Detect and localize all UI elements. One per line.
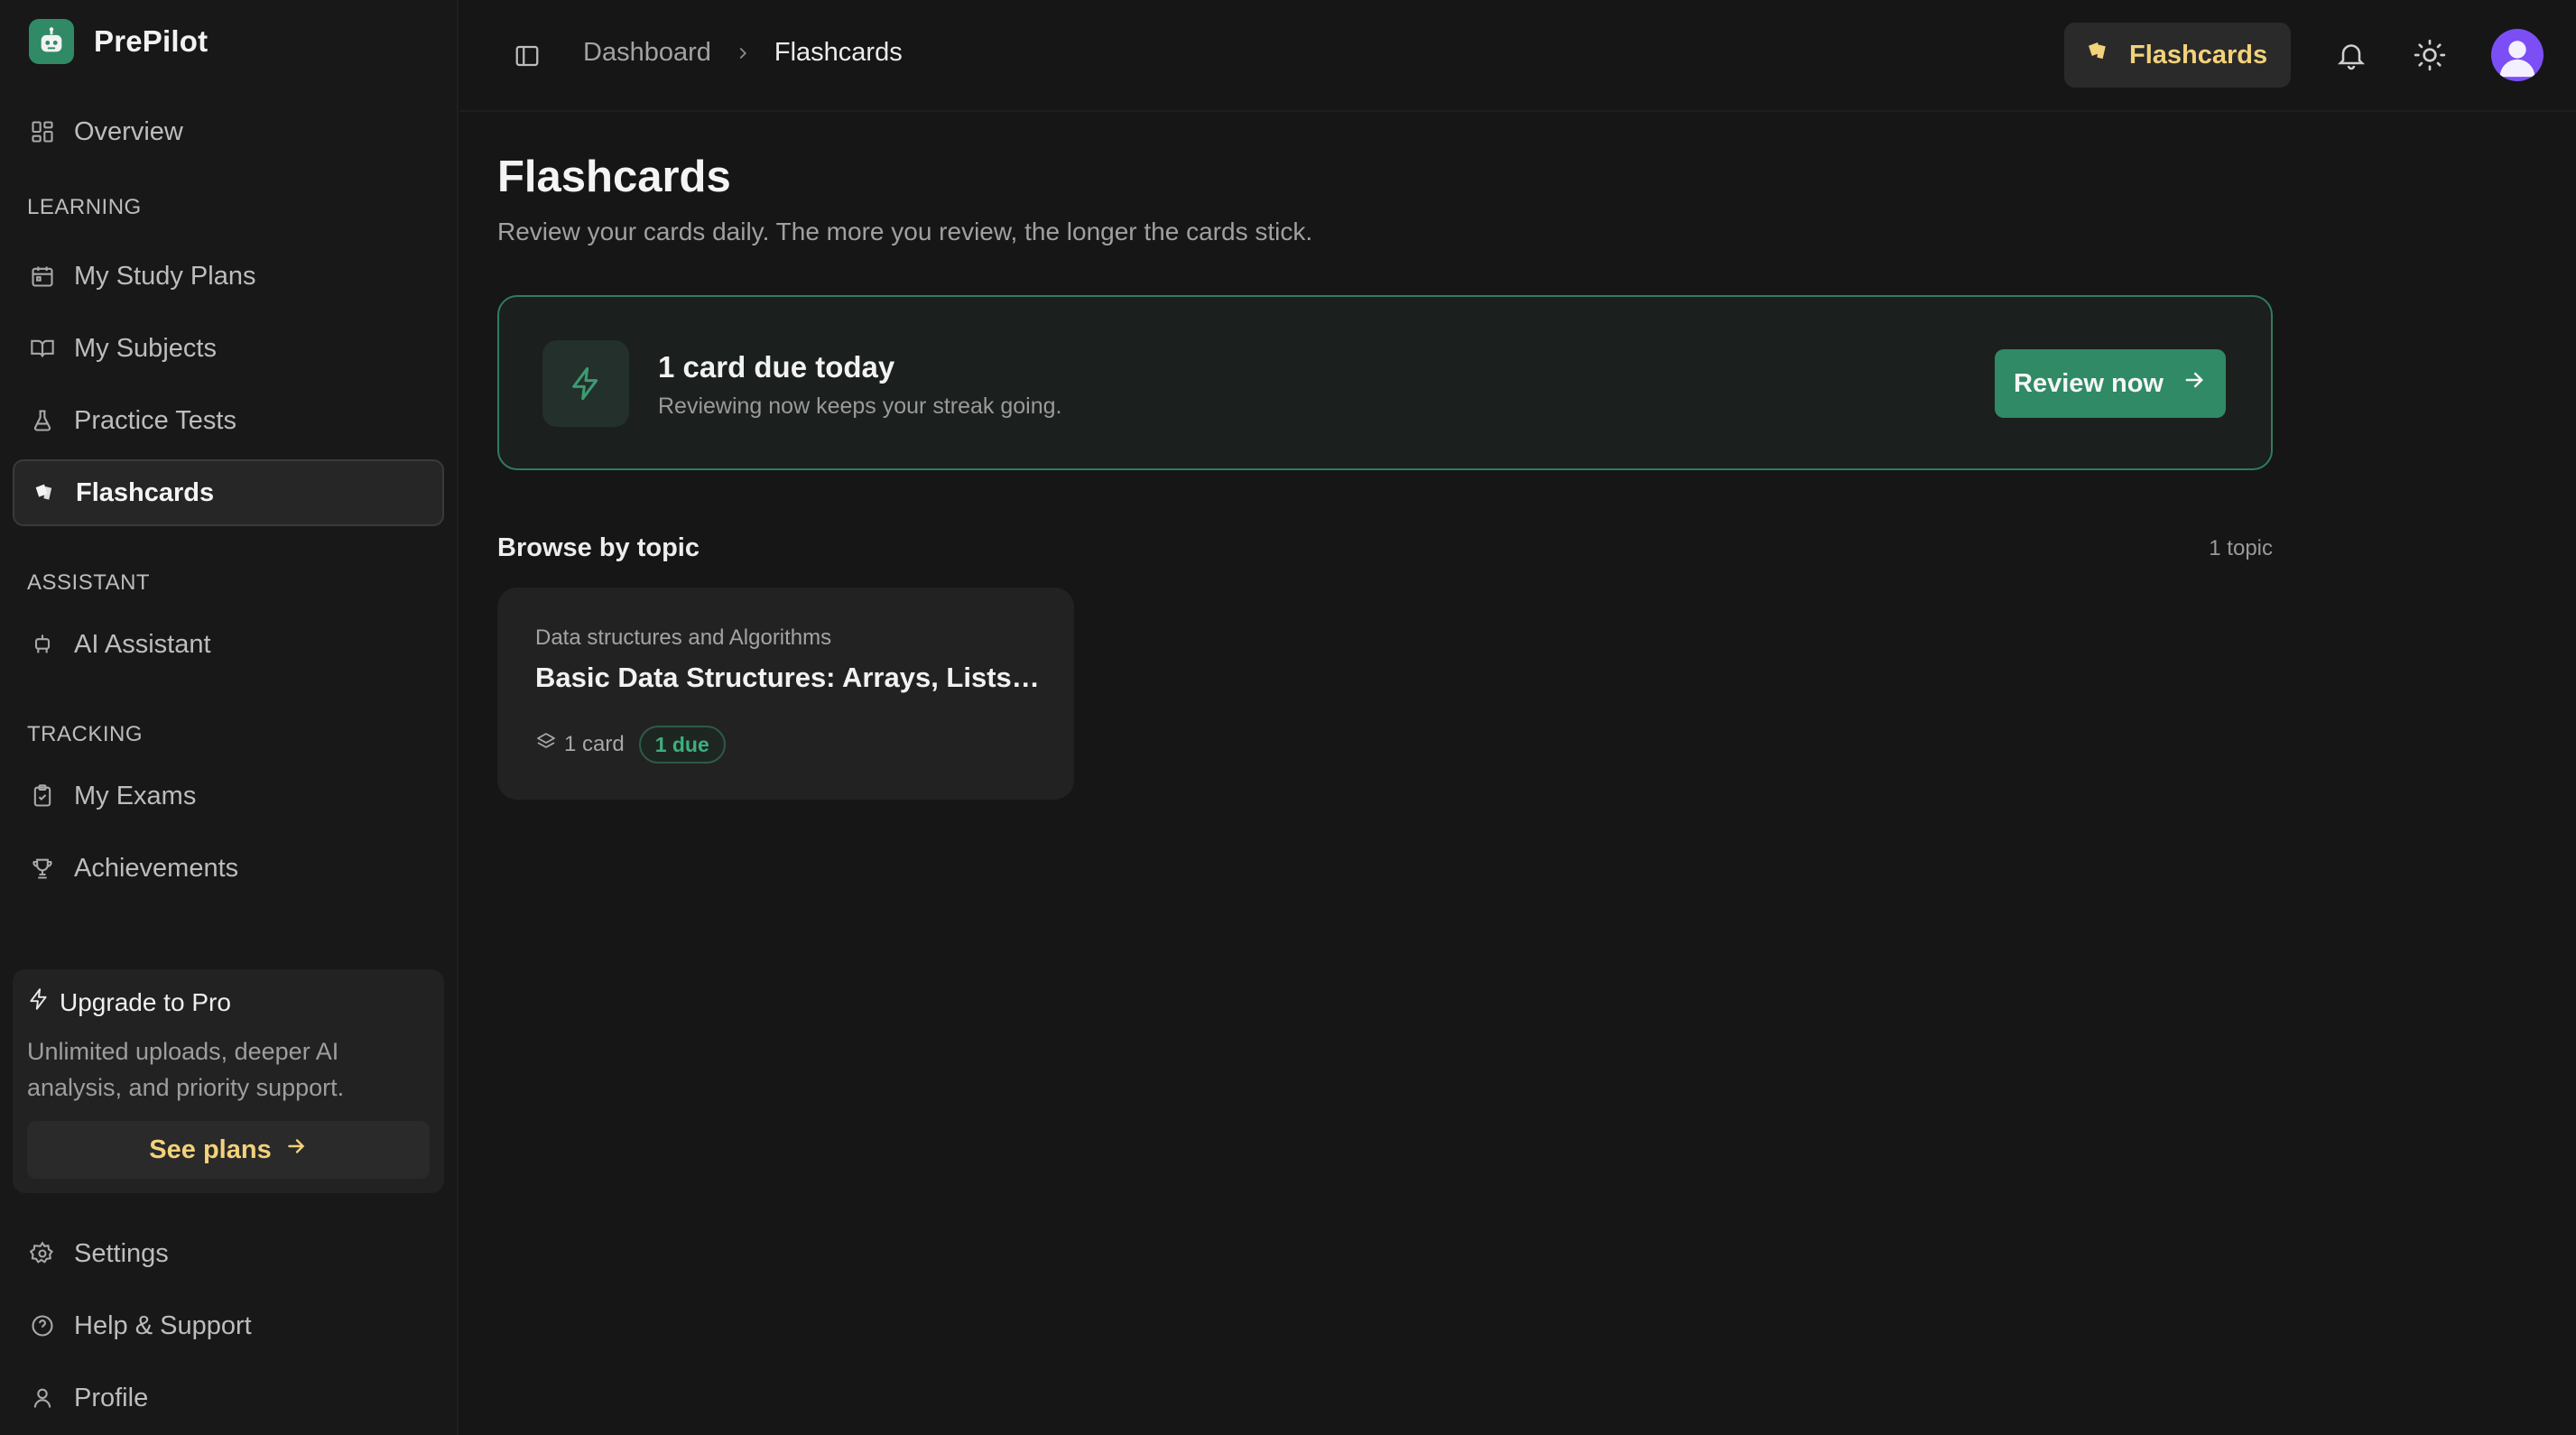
lightning-icon [27, 987, 51, 1017]
review-now-button[interactable]: Review now [1995, 349, 2226, 418]
due-badge: 1 due [638, 726, 726, 764]
card-count-text: 1 card [564, 732, 625, 756]
sidebar-item-label: Flashcards [76, 477, 215, 507]
sidebar-item-profile[interactable]: Profile [13, 1365, 444, 1431]
sidebar-item-label: Achievements [74, 853, 239, 883]
sidebar-item-label: Profile [74, 1383, 149, 1412]
topic-card[interactable]: Data structures and Algorithms Basic Dat… [497, 588, 1074, 800]
sidebar-item-flashcards[interactable]: Flashcards [13, 459, 444, 526]
topic-title: Basic Data Structures: Arrays, Lists, St… [535, 662, 1041, 693]
upgrade-title: Upgrade to Pro [27, 987, 430, 1017]
brand[interactable]: PrePilot [29, 18, 208, 65]
sidebar-item-overview[interactable]: Overview [13, 98, 444, 165]
help-circle-icon [29, 1312, 56, 1339]
sidebar-item-settings[interactable]: Settings [13, 1220, 444, 1287]
see-plans-button[interactable]: See plans [27, 1121, 430, 1179]
section-label-learning: LEARNING [27, 195, 142, 219]
sidebar-item-label: Practice Tests [74, 405, 236, 435]
header-pill-label: Flashcards [2129, 40, 2268, 69]
sun-icon[interactable] [2409, 34, 2451, 76]
calendar-icon [29, 263, 56, 290]
sidebar-item-label: My Exams [74, 781, 197, 810]
section-label-assistant: ASSISTANT [27, 570, 151, 595]
see-plans-label: See plans [149, 1134, 272, 1164]
cards-icon [2084, 38, 2111, 72]
bot-icon [29, 631, 56, 658]
sidebar-item-subjects[interactable]: My Subjects [13, 315, 444, 382]
book-icon [29, 335, 56, 362]
arrow-right-icon [2182, 367, 2207, 400]
brand-name: PrePilot [94, 24, 208, 58]
top-header: Dashboard Flashcards Flashcards [460, 0, 2576, 112]
topic-meta: 1 card 1 due [535, 726, 726, 764]
clipboard-icon [29, 782, 56, 810]
sidebar-item-help[interactable]: Help & Support [13, 1292, 444, 1359]
upgrade-title-text: Upgrade to Pro [60, 987, 231, 1016]
card-count: 1 card [535, 731, 625, 759]
page-title: Flashcards [497, 153, 731, 201]
flask-icon [29, 407, 56, 434]
topic-category: Data structures and Algorithms [535, 625, 832, 650]
due-today-card: 1 card due today Reviewing now keeps you… [497, 295, 2273, 470]
sidebar: PrePilot Overview LEARNING My Study Plan… [0, 0, 459, 1435]
layers-icon [535, 731, 557, 759]
user-icon [29, 1384, 56, 1412]
page-subtitle: Review your cards daily. The more you re… [497, 218, 1313, 245]
sidebar-item-label: Settings [74, 1238, 169, 1268]
upgrade-description: Unlimited uploads, deeper AI analysis, a… [27, 1038, 345, 1101]
due-subtitle: Reviewing now keeps your streak going. [658, 393, 1062, 419]
arrow-right-icon [284, 1134, 308, 1165]
sidebar-toggle-icon[interactable] [511, 40, 543, 72]
bell-icon[interactable] [2330, 34, 2372, 76]
gear-icon [29, 1240, 56, 1267]
breadcrumb: Dashboard Flashcards [583, 38, 903, 68]
chevron-right-icon [733, 43, 753, 63]
sidebar-item-label: AI Assistant [74, 629, 211, 659]
sidebar-item-label: My Study Plans [74, 261, 256, 291]
sidebar-item-label: Help & Support [74, 1310, 252, 1340]
app-root: PrePilot Overview LEARNING My Study Plan… [0, 0, 2576, 1435]
section-label-tracking: TRACKING [27, 722, 144, 746]
sidebar-item-label: Overview [74, 116, 183, 146]
breadcrumb-dashboard[interactable]: Dashboard [583, 38, 711, 68]
sidebar-item-study-plans[interactable]: My Study Plans [13, 243, 444, 310]
sidebar-item-exams[interactable]: My Exams [13, 763, 444, 829]
breadcrumb-current: Flashcards [774, 38, 903, 67]
sidebar-item-practice-tests[interactable]: Practice Tests [13, 387, 444, 454]
browse-title: Browse by topic [497, 533, 700, 562]
lightning-icon [542, 340, 629, 427]
due-title: 1 card due today [658, 350, 895, 384]
robot-icon [29, 19, 74, 64]
sidebar-item-ai-assistant[interactable]: AI Assistant [13, 611, 444, 678]
trophy-icon [29, 855, 56, 882]
grid-icon [29, 118, 56, 145]
flashcards-header-button[interactable]: Flashcards [2064, 23, 2291, 88]
sidebar-item-achievements[interactable]: Achievements [13, 835, 444, 902]
topic-count: 1 topic [2209, 536, 2273, 560]
review-now-label: Review now [2014, 368, 2164, 398]
avatar[interactable] [2491, 29, 2544, 81]
upgrade-card: Upgrade to Pro Unlimited uploads, deeper… [13, 969, 444, 1193]
cards-icon [31, 479, 58, 506]
sidebar-item-label: My Subjects [74, 333, 217, 363]
